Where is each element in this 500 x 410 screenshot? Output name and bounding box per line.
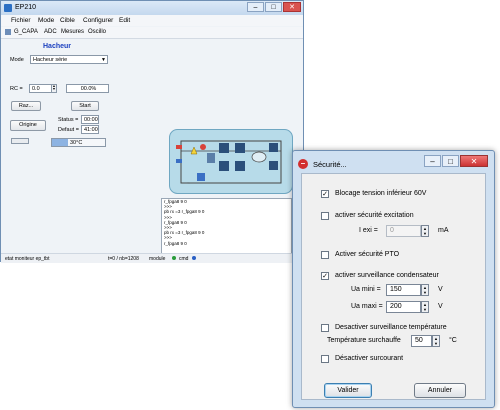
surcourant-checkbox[interactable]: [321, 355, 329, 363]
origine-button[interactable]: Origine: [10, 120, 46, 131]
surchauffe-unit: °C: [449, 337, 457, 344]
dialog-maximize-button[interactable]: □: [442, 155, 459, 167]
toolbar-oscillo[interactable]: Oscillo: [88, 29, 106, 35]
mode-select[interactable]: Hacheur série ▼: [30, 55, 108, 64]
status-value: 00:00: [81, 115, 99, 124]
surchauffe-spinner[interactable]: ▲ ▼: [432, 335, 440, 347]
iexi-unit: mA: [438, 227, 449, 234]
securite-dialog: – Sécurité... – □ ✕ ✓ Blocage tension in…: [292, 150, 495, 408]
stop-icon: –: [298, 159, 308, 169]
pto-label: Activer sécurité PTO: [335, 251, 400, 258]
menu-configurer[interactable]: Configurer: [83, 17, 113, 24]
log-line: r_fpga8 9 0: [164, 240, 187, 246]
ua-mini-spinner[interactable]: ▲ ▼: [421, 284, 429, 296]
surchauffe-input[interactable]: 50: [411, 335, 432, 347]
main-window-title: EP210: [15, 4, 37, 11]
minimize-button[interactable]: –: [247, 2, 264, 12]
indicator-box: [11, 138, 29, 144]
mode-select-value: Hacheur série: [33, 57, 68, 63]
circuit-schematic: ~: [169, 129, 293, 194]
iexi-input[interactable]: 0: [386, 225, 421, 237]
rc-percent-display: 00.0%: [66, 84, 109, 93]
panel-title: Hacheur: [43, 43, 72, 50]
toolbar-adc[interactable]: ADC: [44, 29, 57, 35]
ua-mini-label: Ua mini =: [351, 286, 381, 293]
blocage-checkbox[interactable]: ✓: [321, 190, 329, 198]
toolbar-mesures[interactable]: Mesures: [61, 29, 84, 35]
app-icon: [4, 4, 12, 12]
maximize-button[interactable]: □: [265, 2, 282, 12]
condensateur-checkbox[interactable]: ✓: [321, 272, 329, 280]
ua-mini-input[interactable]: 150: [386, 284, 421, 296]
dialog-close-button[interactable]: ✕: [460, 155, 488, 167]
temperature-gauge: 30°C: [51, 138, 106, 147]
toolbar-gcapa[interactable]: G_CAPA: [14, 29, 38, 35]
ua-mini-unit: V: [438, 286, 443, 293]
menu-mode[interactable]: Mode: [38, 17, 54, 24]
main-title-bar[interactable]: EP210 – □ ✕: [1, 1, 303, 15]
valider-button[interactable]: Valider: [324, 383, 372, 398]
status-bar: etat moniteur ep_tbt t=0 / nb=1208 modul…: [1, 253, 303, 263]
iexi-spinner[interactable]: ▲ ▼: [421, 225, 429, 237]
log-console[interactable]: r_fpga8 9 0 >>> pb rx =3 r_fpga8 9 0 >>>…: [161, 198, 292, 254]
surcourant-label: Désactiver surcourant: [335, 355, 404, 362]
start-button[interactable]: Start: [71, 101, 99, 111]
excitation-checkbox[interactable]: [321, 212, 329, 220]
menu-bar: Fichier Mode Cible Configurer Edit: [1, 15, 303, 26]
toolbar-icon: [5, 29, 11, 35]
temperature-value: 30°C: [70, 140, 83, 146]
iexi-label: I exi =: [359, 227, 378, 234]
raz-button[interactable]: Raz...: [11, 101, 41, 111]
dialog-title: Sécurité...: [313, 160, 347, 169]
menu-fichier[interactable]: Fichier: [11, 17, 31, 24]
status-label: Status =: [58, 117, 79, 123]
rc-label: RC =: [10, 86, 23, 92]
cmd-text: cmd: [179, 256, 189, 262]
pto-checkbox[interactable]: [321, 251, 329, 259]
temp-surveillance-checkbox[interactable]: [321, 324, 329, 332]
menu-cible[interactable]: Cible: [60, 17, 75, 24]
dialog-minimize-button[interactable]: –: [424, 155, 441, 167]
blocage-label: Blocage tension inférieur 60V: [335, 190, 427, 197]
close-button[interactable]: ✕: [283, 2, 301, 12]
module-text: module: [149, 256, 166, 262]
chevron-down-icon: ▼: [101, 57, 106, 63]
dialog-content: ✓ Blocage tension inférieur 60V activer …: [301, 173, 486, 400]
defaut-value: 41:00: [81, 125, 99, 134]
ua-maxi-spinner[interactable]: ▲ ▼: [421, 301, 429, 313]
counter-text: t=0 / nb=1208: [108, 256, 139, 262]
surchauffe-label: Température surchauffe: [327, 337, 401, 344]
rc-input[interactable]: 0.0: [29, 84, 52, 93]
main-window: EP210 – □ ✕ Fichier Mode Cible Configure…: [0, 0, 304, 263]
condensateur-label: activer surveillance condensateur: [335, 272, 439, 279]
annuler-button[interactable]: Annuler: [414, 383, 466, 398]
defaut-label: Defaut =: [58, 127, 79, 133]
rc-spinner[interactable]: ▲ ▼: [51, 84, 57, 93]
mode-label: Mode: [10, 57, 24, 63]
ua-maxi-label: Ua maxi =: [351, 303, 383, 310]
menu-edit[interactable]: Edit: [119, 17, 130, 24]
svg-text:~: ~: [187, 181, 190, 187]
excitation-label: activer sécurité excitation: [335, 212, 414, 219]
ua-maxi-unit: V: [438, 303, 443, 310]
ua-maxi-input[interactable]: 200: [386, 301, 421, 313]
status-text: etat moniteur ep_tbt: [5, 256, 50, 262]
temp-surveillance-label: Desactiver surveillance température: [335, 324, 447, 331]
module-status-icon: [172, 256, 176, 260]
cmd-status-icon: [192, 256, 196, 260]
toolbar: G_CAPA ADC Mesures Oscillo: [1, 27, 303, 39]
